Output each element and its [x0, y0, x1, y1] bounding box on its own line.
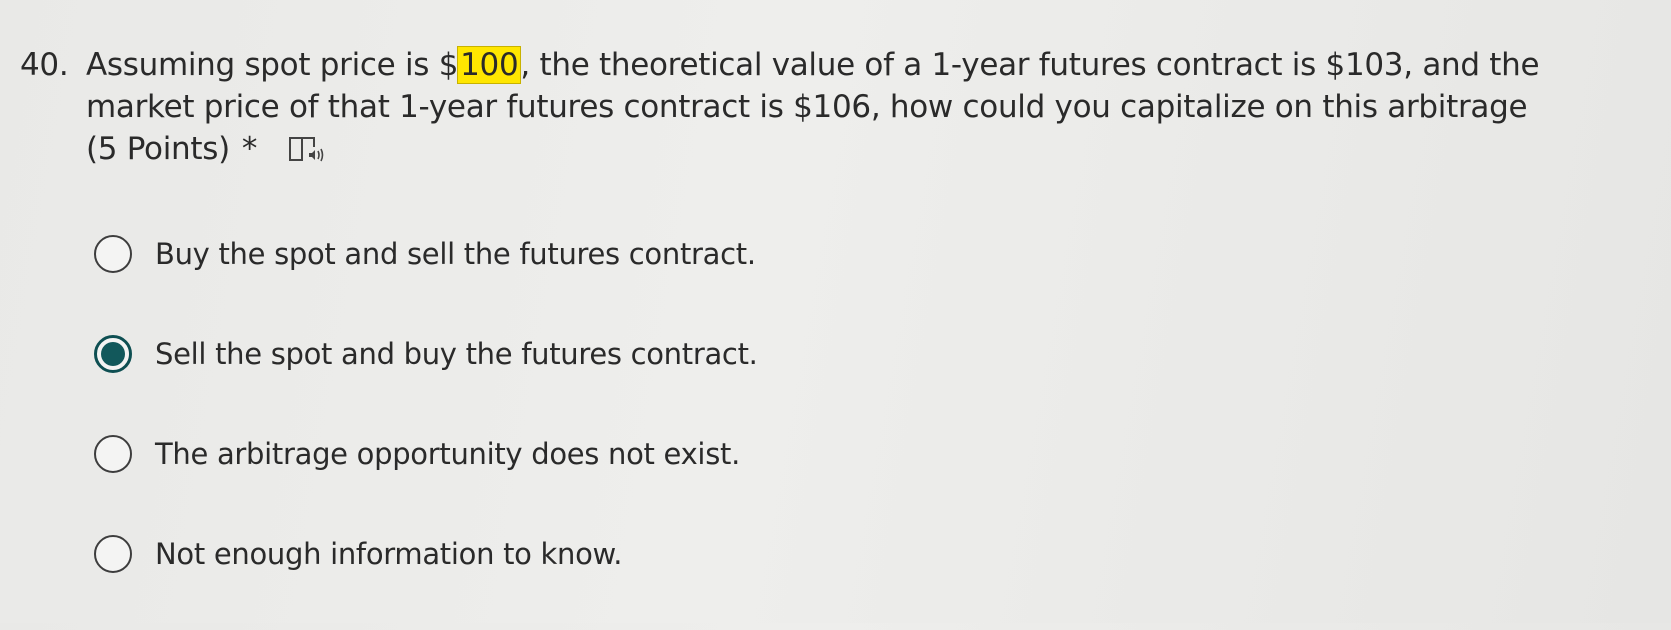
option-label[interactable]: Sell the spot and buy the futures contra…: [155, 334, 758, 374]
answer-options: Buy the spot and sell the futures contra…: [94, 230, 758, 630]
question-line-2: market price of that 1-year futures cont…: [86, 89, 1528, 125]
immersive-reader-icon[interactable]: [287, 133, 327, 165]
points-line: (5 Points) *: [86, 128, 1606, 170]
radio-button[interactable]: [94, 435, 132, 473]
question-text: Assuming spot price is $100, the theoret…: [86, 44, 1606, 170]
option-not-enough-info[interactable]: Not enough information to know.: [94, 530, 758, 578]
option-label[interactable]: Buy the spot and sell the futures contra…: [155, 234, 756, 274]
option-label[interactable]: The arbitrage opportunity does not exist…: [155, 434, 740, 474]
dollar-sign-partial: $: [438, 47, 459, 83]
option-sell-spot-buy-futures[interactable]: Sell the spot and buy the futures contra…: [94, 330, 758, 378]
question-line-1-end: , the theoretical value of a 1-year futu…: [520, 47, 1540, 83]
required-star: *: [241, 131, 258, 167]
radio-button[interactable]: [94, 235, 132, 273]
radio-button[interactable]: [94, 535, 132, 573]
radio-button-selected[interactable]: [94, 335, 132, 373]
option-label[interactable]: Not enough information to know.: [155, 534, 623, 574]
points-label: (5 Points): [86, 131, 230, 167]
question-line-1: Assuming spot price is $100, the theoret…: [86, 44, 1606, 86]
option-no-arbitrage[interactable]: The arbitrage opportunity does not exist…: [94, 430, 758, 478]
question-number: 40.: [20, 47, 69, 83]
option-buy-spot-sell-futures[interactable]: Buy the spot and sell the futures contra…: [94, 230, 758, 278]
question-line-1-start: Assuming spot price is: [86, 47, 439, 83]
question-card: 40. Assuming spot price is $100, the the…: [0, 0, 1671, 623]
highlighted-value: 100: [457, 46, 522, 84]
